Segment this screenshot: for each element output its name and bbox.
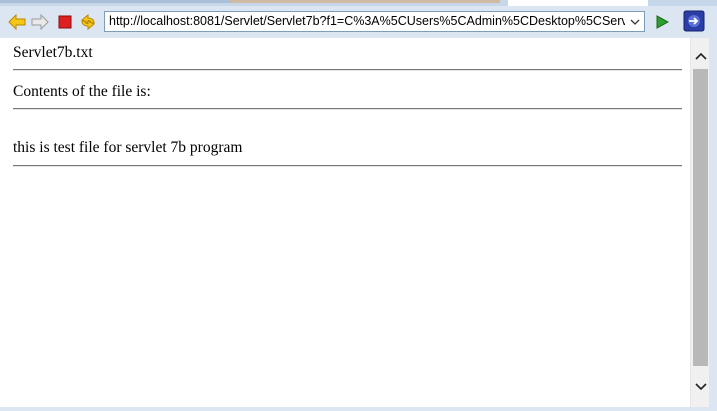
forward-icon[interactable] [30,12,50,32]
browser-toolbar: http://localhost:8081/Servlet/Servlet7b?… [0,6,717,39]
file-content: this is test file for servlet 7b program [13,139,243,156]
scroll-up-icon[interactable] [691,44,710,68]
page-content: Servlet7b.txt Contents of the file is: t… [0,38,690,411]
page-title: Servlet7b.txt [13,44,93,61]
vertical-scrollbar[interactable] [690,38,710,407]
back-icon[interactable] [7,12,27,32]
window-edge [709,38,717,411]
tab-inactive-2[interactable] [230,0,500,3]
scroll-down-icon[interactable] [691,375,710,399]
chevron-down-icon[interactable] [628,12,642,31]
open-external-icon[interactable] [683,10,705,32]
scroll-thumb[interactable] [693,69,708,366]
stop-icon[interactable] [55,12,75,32]
contents-label: Contents of the file is: [13,83,151,100]
refresh-icon[interactable] [78,12,98,32]
divider [13,108,682,110]
go-icon[interactable] [652,12,672,32]
address-bar[interactable]: http://localhost:8081/Servlet/Servlet7b?… [104,11,645,32]
divider [13,69,682,71]
address-url[interactable]: http://localhost:8081/Servlet/Servlet7b?… [109,12,625,31]
tab-inactive-1[interactable] [0,0,230,3]
divider [13,165,682,167]
window-edge [0,407,717,411]
